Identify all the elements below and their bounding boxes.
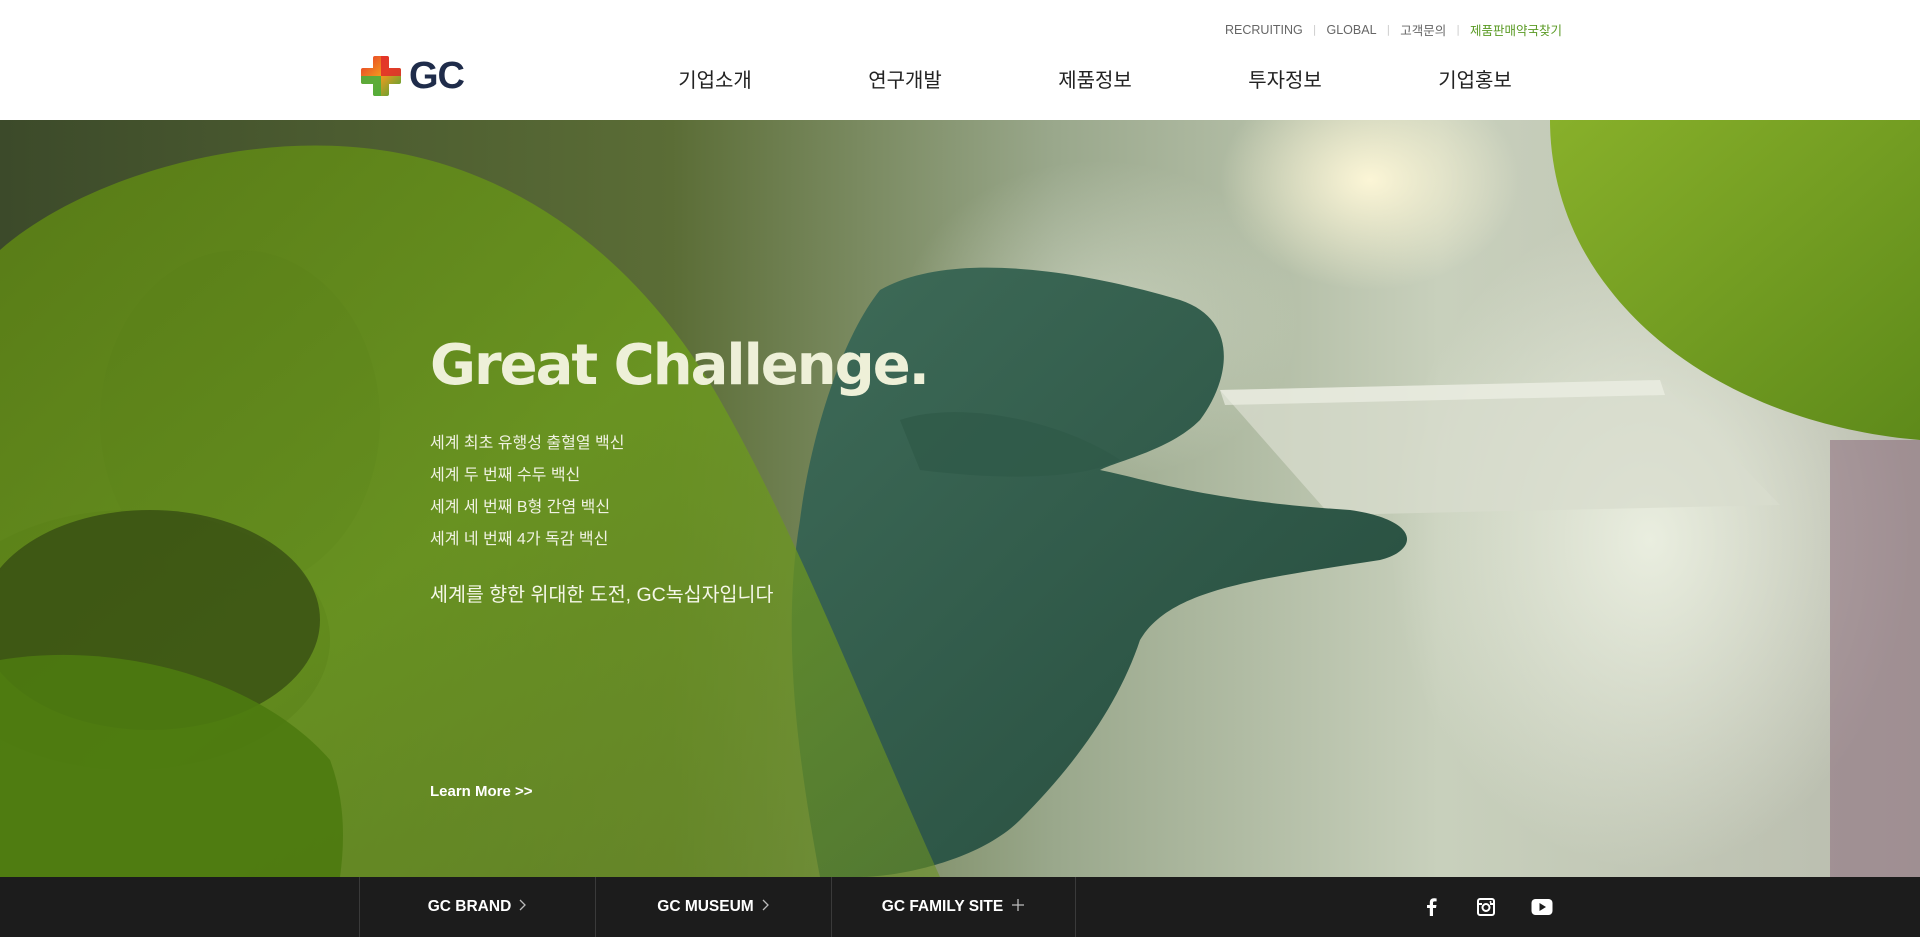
nav-item-products[interactable]: 제품정보 bbox=[1000, 64, 1190, 93]
instagram-icon[interactable] bbox=[1475, 896, 1497, 918]
nav-item-company[interactable]: 기업소개 bbox=[620, 64, 810, 93]
chevron-right-icon bbox=[762, 898, 770, 916]
gc-family-site-toggle[interactable]: GC FAMILY SITE bbox=[831, 877, 1076, 937]
util-link-customer-inquiry[interactable]: 고객문의 bbox=[1400, 20, 1446, 39]
util-link-global[interactable]: GLOBAL bbox=[1327, 23, 1377, 37]
chevron-right-icon bbox=[519, 898, 527, 916]
hero-content: Great Challenge. 세계 최초 유행성 출혈열 백신 세계 두 번… bbox=[430, 333, 1030, 801]
footer-link-label: GC FAMILY SITE bbox=[881, 898, 1004, 915]
hero-line: 세계 최초 유행성 출혈열 백신 bbox=[430, 435, 625, 452]
nav-item-investor[interactable]: 투자정보 bbox=[1190, 64, 1380, 93]
learn-more-link[interactable]: Learn More >> bbox=[430, 783, 533, 800]
divider: | bbox=[1312, 23, 1317, 36]
util-link-pharmacy-finder[interactable]: 제품판매약국찾기 bbox=[1470, 20, 1562, 39]
youtube-icon[interactable] bbox=[1530, 896, 1554, 918]
main-nav: 기업소개 연구개발 제품정보 투자정보 기업홍보 bbox=[620, 64, 1570, 93]
plus-icon bbox=[1011, 898, 1025, 917]
util-link-recruiting[interactable]: RECRUITING bbox=[1225, 23, 1303, 37]
divider: | bbox=[1456, 23, 1460, 36]
hero-achievements: 세계 최초 유행성 출혈열 백신 세계 두 번째 수두 백신 세계 세 번째 B… bbox=[430, 428, 1030, 556]
nav-item-pr[interactable]: 기업홍보 bbox=[1380, 64, 1570, 93]
social-links bbox=[1420, 877, 1587, 937]
hero-line: 세계 네 번째 4가 독감 백신 bbox=[430, 531, 609, 548]
hero-slogan: 세계를 향한 위대한 도전, GC녹십자입니다 bbox=[430, 584, 774, 606]
footer-link-label: GC BRAND bbox=[427, 898, 512, 915]
hero-line: 세계 두 번째 수두 백신 bbox=[430, 467, 581, 484]
gc-cross-logo-icon bbox=[361, 56, 401, 96]
footer-bar: GC BRAND GC MUSEUM GC FAMILY SITE bbox=[0, 877, 1920, 937]
hero-line: 세계 세 번째 B형 간염 백신 bbox=[430, 499, 611, 516]
hero-banner: Great Challenge. 세계 최초 유행성 출혈열 백신 세계 두 번… bbox=[0, 120, 1920, 877]
site-header: GC RECRUITING | GLOBAL | 고객문의 | 제품판매약국찾기… bbox=[0, 0, 1920, 120]
gc-logo[interactable]: GC bbox=[359, 54, 465, 98]
gc-museum-link[interactable]: GC MUSEUM bbox=[595, 877, 831, 937]
facebook-icon[interactable] bbox=[1420, 896, 1442, 918]
logo-text: GC bbox=[409, 54, 465, 97]
footer-links: GC BRAND GC MUSEUM GC FAMILY SITE bbox=[359, 877, 1076, 937]
hero-title: Great Challenge. bbox=[430, 333, 930, 398]
divider: | bbox=[1386, 23, 1391, 36]
footer-link-label: GC MUSEUM bbox=[657, 898, 754, 915]
nav-item-research[interactable]: 연구개발 bbox=[810, 64, 1000, 93]
gc-brand-link[interactable]: GC BRAND bbox=[359, 877, 595, 937]
utility-nav: RECRUITING | GLOBAL | 고객문의 | 제품판매약국찾기 bbox=[1225, 20, 1562, 39]
